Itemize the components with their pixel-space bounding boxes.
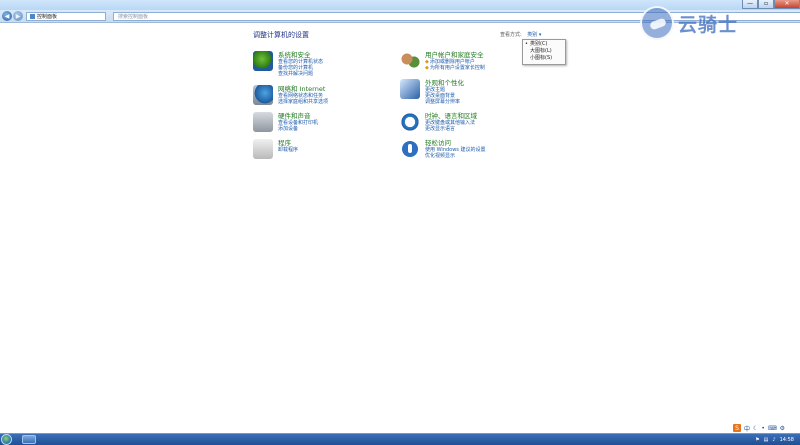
category-hardware-sound: 硬件和声音 查看设备和打印机 添加设备 — [253, 112, 318, 132]
punctuation-icon[interactable]: • — [761, 425, 765, 432]
page-title: 调整计算机的设置 — [253, 31, 309, 39]
category-title[interactable]: 硬件和声音 — [278, 112, 318, 120]
category-network-internet: 网络和 Internet 查看网络状态和任务 选择家庭组和共享选项 — [253, 85, 328, 105]
accessibility-icon — [400, 139, 420, 159]
programs-icon — [253, 139, 273, 159]
clock-icon — [400, 112, 420, 132]
clock[interactable]: 14:58 — [780, 437, 794, 443]
category-user-accounts: 用户帐户和家庭安全 ◆添加或删除用户帐户 ◆为所有用户设置家长控制 — [400, 51, 485, 71]
printer-icon — [253, 112, 273, 132]
category-system-security: 系统和安全 查看您的计算机状态 备份您的计算机 查找并解决问题 — [253, 51, 323, 77]
category-programs: 程序 卸载程序 — [253, 139, 298, 159]
volume-icon[interactable]: ♪ — [772, 437, 775, 443]
ime-toolbar: S 中 ☾ • ⌨ ⚙ — [733, 424, 785, 433]
system-tray: ⚑ ▤ ♪ 14:58 — [755, 434, 794, 445]
category-title[interactable]: 外观和个性化 — [425, 79, 464, 87]
network-icon — [253, 85, 273, 105]
appearance-icon — [400, 79, 420, 99]
maximize-button[interactable]: ▫ — [758, 0, 774, 9]
category-link[interactable]: 更改显示语言 — [425, 126, 477, 132]
shield-icon — [253, 51, 273, 71]
uac-shield-icon: ◆ — [425, 65, 429, 71]
start-button[interactable] — [1, 434, 12, 445]
keyboard-icon[interactable]: ⌨ — [768, 425, 777, 432]
ime-mode[interactable]: 中 — [744, 424, 750, 433]
watermark: 云骑士 — [640, 6, 738, 40]
category-link[interactable]: 调整屏幕分辨率 — [425, 99, 464, 105]
network-tray-icon[interactable]: ▤ — [764, 437, 769, 443]
taskbar: ⚑ ▤ ♪ 14:58 — [0, 433, 800, 445]
category-appearance: 外观和个性化 更改主题 更改桌面背景 调整屏幕分辨率 — [400, 79, 464, 105]
selected-bullet-icon: • — [525, 41, 528, 47]
moon-icon[interactable]: ☾ — [753, 425, 758, 432]
flag-icon[interactable]: ⚑ — [755, 437, 759, 443]
close-button[interactable]: ✕ — [774, 0, 800, 9]
sogou-icon[interactable]: S — [733, 424, 741, 432]
category-title[interactable]: 程序 — [278, 139, 298, 147]
window-controls: — ▫ ✕ — [742, 0, 800, 10]
category-title[interactable]: 用户帐户和家庭安全 — [425, 51, 485, 59]
back-button[interactable]: ◀ — [2, 11, 12, 21]
category-link[interactable]: 添加设备 — [278, 126, 318, 132]
view-option-category[interactable]: • 类别(C) — [523, 41, 565, 48]
forward-button[interactable]: ▶ — [13, 11, 23, 21]
category-title[interactable]: 网络和 Internet — [278, 85, 328, 93]
minimize-button[interactable]: — — [742, 0, 758, 9]
category-title[interactable]: 时钟、语言和区域 — [425, 112, 477, 120]
category-title[interactable]: 系统和安全 — [278, 51, 323, 59]
category-link[interactable]: 卸载程序 — [278, 147, 298, 153]
view-option-small-icons[interactable]: 小图标(S) — [523, 55, 565, 62]
breadcrumb: 控制面板 — [37, 14, 58, 20]
watermark-text: 云骑士 — [678, 13, 739, 36]
category-link[interactable]: 选择家庭组和共享选项 — [278, 99, 328, 105]
control-panel-icon — [30, 14, 35, 19]
category-link[interactable]: 优化视频显示 — [425, 153, 486, 159]
users-icon — [400, 51, 420, 71]
settings-icon[interactable]: ⚙ — [780, 425, 785, 432]
category-clock-language: 时钟、语言和区域 更改键盘或其他输入法 更改显示语言 — [400, 112, 477, 132]
address-field[interactable]: 控制面板 — [26, 12, 106, 21]
view-by-select[interactable]: 类别 ▾ — [527, 32, 541, 38]
category-link[interactable]: 查找并解决问题 — [278, 71, 323, 77]
category-ease-of-access: 轻松访问 使用 Windows 建议的设置 优化视频显示 — [400, 139, 486, 159]
category-link[interactable]: ◆为所有用户设置家长控制 — [425, 65, 485, 71]
category-title[interactable]: 轻松访问 — [425, 139, 486, 147]
taskbar-item-explorer[interactable] — [22, 435, 36, 444]
view-option-large-icons[interactable]: 大图标(L) — [523, 48, 565, 55]
knight-logo-icon — [640, 6, 674, 40]
view-by-label: 查看方式: — [500, 32, 522, 38]
view-by-dropdown: • 类别(C) 大图标(L) 小图标(S) — [522, 39, 566, 65]
view-by: 查看方式: 类别 ▾ — [500, 31, 541, 38]
